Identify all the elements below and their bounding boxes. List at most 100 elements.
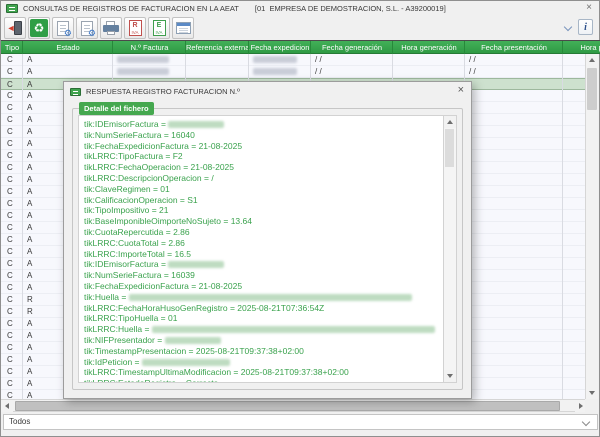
detail-line: tikLRRC:CuotaTotal = 2.86 bbox=[84, 238, 443, 249]
window-title: CONSULTAS DE REGISTROS DE FACTURACION EN… bbox=[23, 4, 239, 13]
vertical-scroll-thumb[interactable] bbox=[587, 68, 597, 110]
detail-line: tik:CuotaRepercutida = 2.86 bbox=[84, 227, 443, 238]
dialog-scroll-thumb[interactable] bbox=[445, 129, 454, 167]
column-header[interactable]: Hora generación bbox=[393, 41, 465, 54]
dialog-title-bar[interactable]: RESPUESTA REGISTRO FACTURACION N.º × bbox=[64, 82, 471, 101]
table-cell: C bbox=[1, 246, 23, 258]
table-cell: C bbox=[1, 126, 23, 138]
table-cell: C bbox=[1, 258, 23, 270]
detail-line: tikLRRC:TimestampUltimaModificacion = 20… bbox=[84, 367, 443, 378]
column-divider bbox=[392, 41, 393, 54]
detail-line: tik:FechaExpedicionFactura = 21-08-2025 bbox=[84, 281, 443, 292]
detail-line: tikLRRC:FechaHoraHusoGenRegistro = 2025-… bbox=[84, 303, 443, 314]
table-cell: C bbox=[1, 366, 23, 378]
column-divider bbox=[464, 41, 465, 54]
redacted-cell-value bbox=[253, 56, 297, 63]
document-gear-icon: ⚙ bbox=[57, 21, 69, 36]
dialog-scroll-down-button[interactable] bbox=[444, 370, 456, 382]
table-cell: C bbox=[1, 270, 23, 282]
filter-select[interactable]: Todos bbox=[3, 414, 598, 430]
redacted-value bbox=[142, 359, 230, 366]
column-header[interactable]: Estado bbox=[23, 41, 113, 54]
file-detail-groupbox: Detalle del fichero tik:IDEmisorFactura … bbox=[72, 108, 463, 390]
column-header[interactable]: Referencia externa bbox=[186, 41, 249, 54]
column-header[interactable]: Fecha expedicion bbox=[249, 41, 311, 54]
detail-line: tikLRRC:TipoHuella = 01 bbox=[84, 313, 443, 324]
column-header[interactable]: Fecha presentación bbox=[465, 41, 563, 54]
table-cell: C bbox=[1, 354, 23, 366]
registro-e-iva-button[interactable]: EIVA bbox=[148, 17, 170, 39]
table-cell: C bbox=[1, 150, 23, 162]
file-detail-text[interactable]: tik:IDEmisorFactura = tik:NumSerieFactur… bbox=[78, 115, 444, 383]
table-cell: C bbox=[1, 330, 23, 342]
column-divider bbox=[185, 41, 186, 54]
column-divider bbox=[112, 41, 113, 54]
exit-button[interactable]: ◄ bbox=[4, 17, 26, 39]
redacted-value bbox=[168, 121, 224, 128]
table-row[interactable]: CA / / / / bbox=[1, 54, 587, 66]
dialog-close-button[interactable]: × bbox=[458, 84, 464, 96]
detail-line: tik:NIFPresentador = bbox=[84, 335, 443, 346]
scroll-left-button[interactable] bbox=[1, 400, 13, 412]
table-cell: C bbox=[1, 102, 23, 114]
table-cell: C bbox=[1, 318, 23, 330]
table-cell: C bbox=[1, 66, 23, 78]
list-setup-button[interactable]: ⚙ bbox=[76, 17, 98, 39]
combo-chevron-down-icon bbox=[582, 418, 590, 426]
redacted-cell-value bbox=[117, 68, 169, 75]
detail-line: tikLRRC:FechaOperacion = 21-08-2025 bbox=[84, 162, 443, 173]
scrollbar-corner bbox=[585, 399, 598, 412]
table-cell: C bbox=[1, 162, 23, 174]
table-cell: A bbox=[23, 54, 113, 66]
refresh-icon: ♻ bbox=[30, 19, 48, 37]
window-button[interactable] bbox=[172, 17, 194, 39]
print-button[interactable] bbox=[100, 17, 122, 39]
title-bar: CONSULTAS DE REGISTROS DE FACTURACION EN… bbox=[1, 1, 599, 16]
horizontal-scroll-thumb[interactable] bbox=[15, 401, 560, 411]
column-header[interactable]: Tipo bbox=[1, 41, 23, 54]
grid-line bbox=[562, 54, 563, 399]
column-header[interactable]: Hora presentación bbox=[563, 41, 600, 54]
table-cell: C bbox=[1, 342, 23, 354]
table-cell: C bbox=[1, 138, 23, 150]
print-setup-button[interactable]: ⚙ bbox=[52, 17, 74, 39]
table-cell: / / bbox=[465, 66, 563, 78]
column-header[interactable]: N.º Factura bbox=[113, 41, 186, 54]
detail-line: tik:BaseImponibleOimporteNoSujeto = 13.6… bbox=[84, 216, 443, 227]
table-cell: C bbox=[1, 79, 23, 91]
table-row[interactable]: CA/ // / bbox=[1, 66, 587, 78]
table-cell: C bbox=[1, 378, 23, 390]
window-close-button[interactable]: × bbox=[586, 1, 592, 15]
registro-r-iva-button[interactable]: RIVA bbox=[124, 17, 146, 39]
dialog-respuesta-registro: RESPUESTA REGISTRO FACTURACION N.º × Det… bbox=[63, 81, 472, 399]
table-cell: C bbox=[1, 390, 23, 399]
horizontal-scrollbar[interactable] bbox=[1, 399, 587, 412]
vertical-scrollbar[interactable] bbox=[585, 54, 598, 399]
dialog-scrollbar[interactable] bbox=[444, 115, 457, 383]
detail-line: tik:TipoImpositivo = 21 bbox=[84, 205, 443, 216]
table-cell: / / bbox=[311, 54, 393, 66]
dialog-scroll-up-button[interactable] bbox=[444, 116, 456, 128]
detail-line: tikLRRC:TipoFactura = F2 bbox=[84, 151, 443, 162]
column-header[interactable]: Fecha generación bbox=[311, 41, 393, 54]
info-button[interactable]: i bbox=[578, 19, 593, 35]
detail-line: tikLRRC:Huella = bbox=[84, 324, 443, 335]
table-cell: C bbox=[1, 54, 23, 66]
table-cell: C bbox=[1, 222, 23, 234]
table-cell: C bbox=[1, 114, 23, 126]
detail-line: tik:CalificacionOperacion = S1 bbox=[84, 195, 443, 206]
redacted-value bbox=[152, 326, 435, 333]
detail-line: tik:Huella = bbox=[84, 292, 443, 303]
filter-value: Todos bbox=[9, 417, 30, 426]
table-cell: / / bbox=[465, 54, 563, 66]
e-iva-document-icon: EIVA bbox=[153, 20, 166, 36]
table-cell: A bbox=[23, 66, 113, 78]
refresh-button[interactable]: ♻ bbox=[28, 17, 50, 39]
detail-line: tik:IDEmisorFactura = bbox=[84, 119, 443, 130]
toolbar-chevron-down-icon[interactable] bbox=[564, 23, 572, 31]
scroll-down-button[interactable] bbox=[586, 387, 598, 399]
scroll-up-button[interactable] bbox=[586, 54, 598, 66]
column-divider bbox=[22, 41, 23, 54]
table-cell: C bbox=[1, 174, 23, 186]
detail-line: tikLRRC:EstadoRegistro = Correcta bbox=[84, 378, 443, 383]
